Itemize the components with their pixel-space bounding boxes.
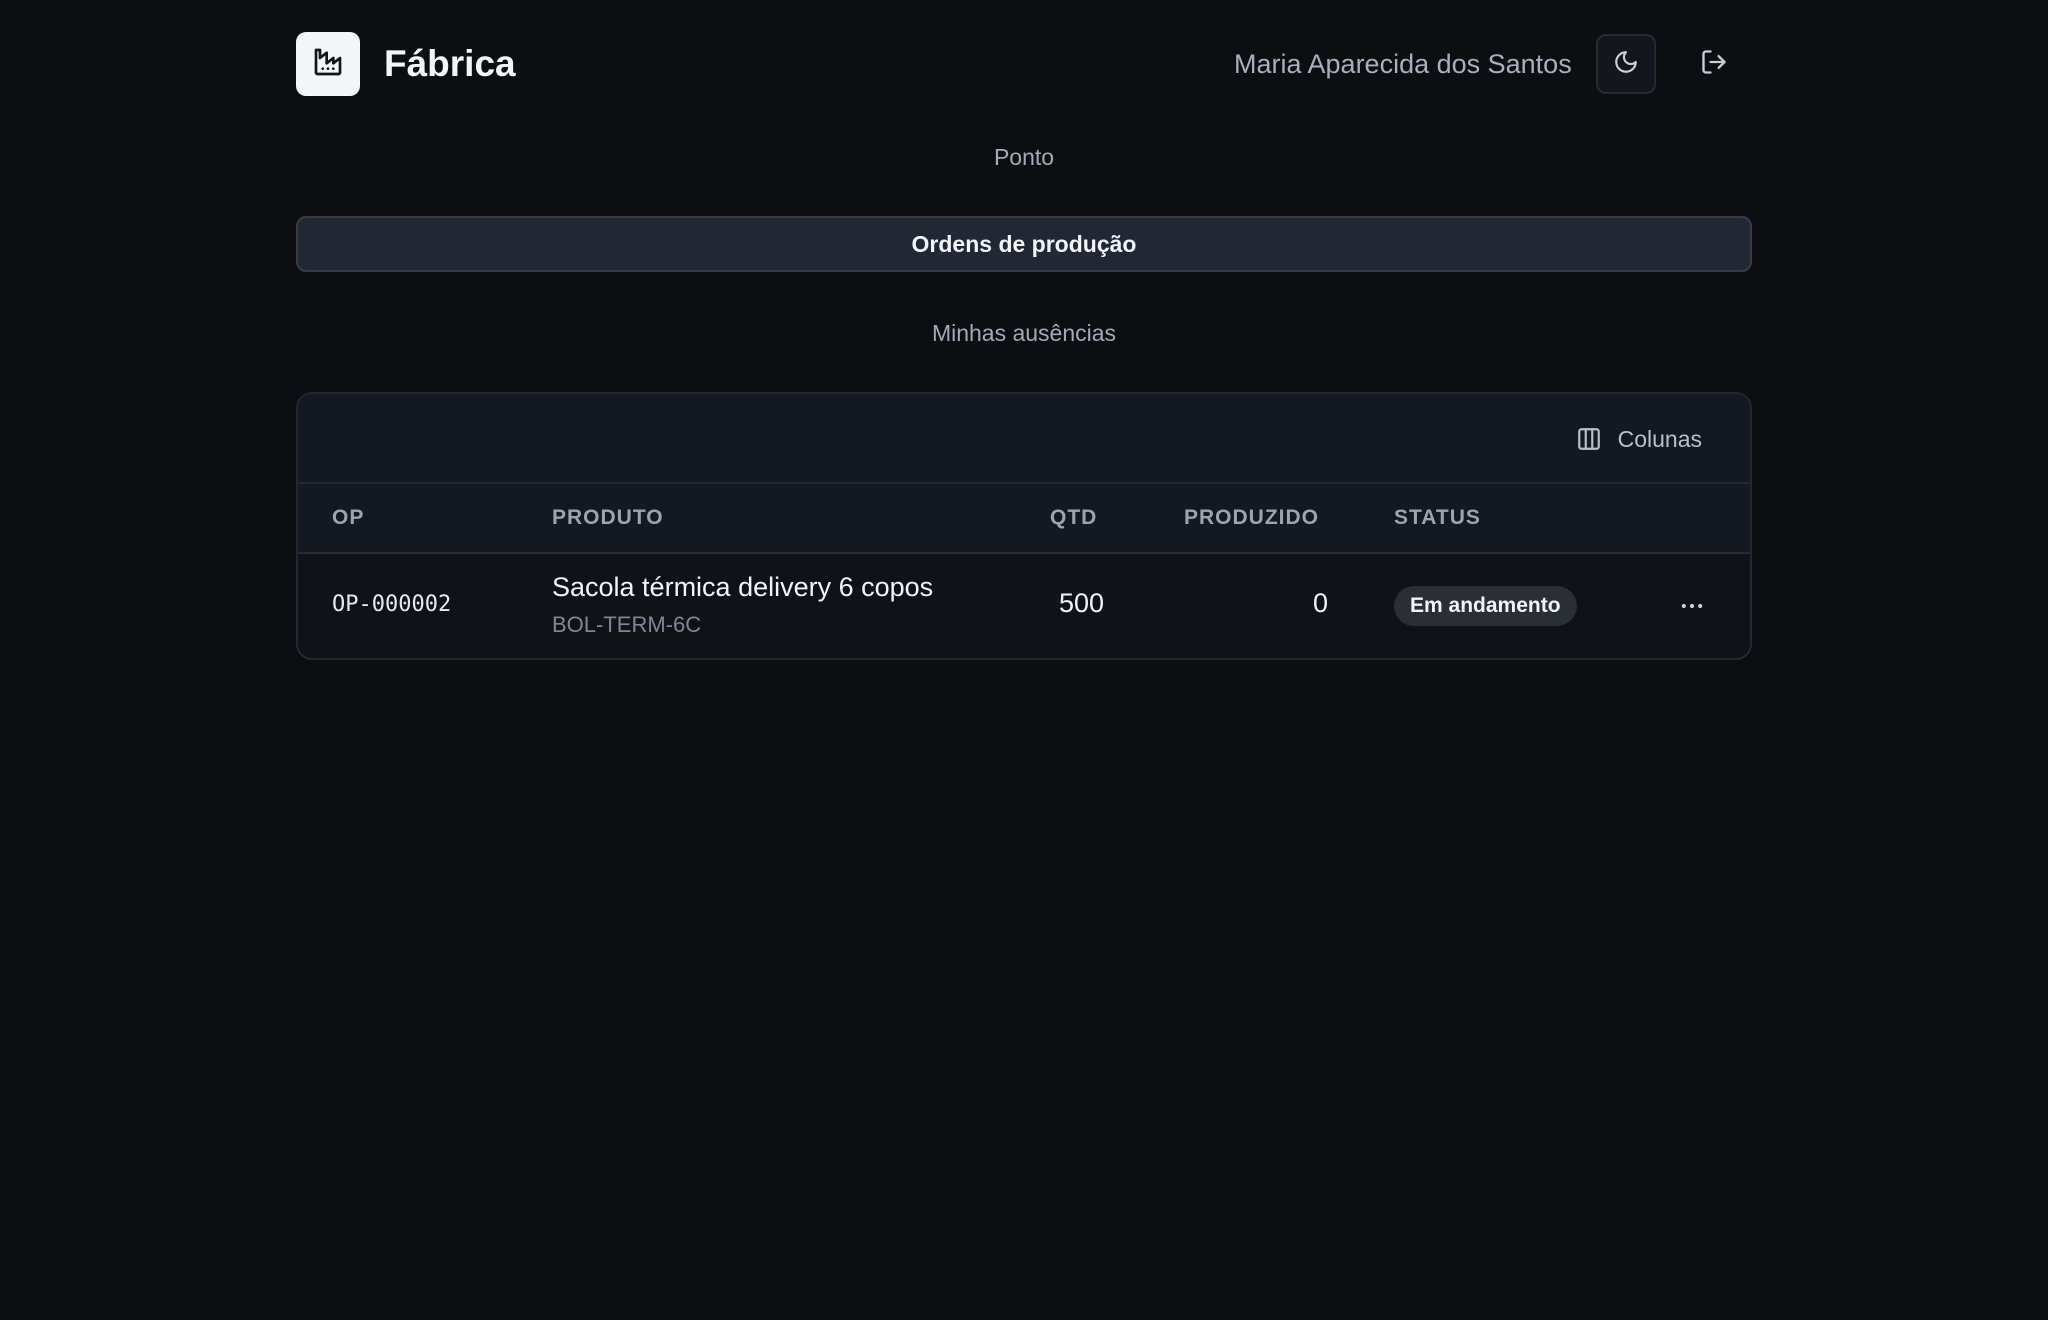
factory-icon — [312, 46, 344, 83]
columns-icon — [1576, 426, 1602, 452]
quantity: 500 — [1058, 588, 1104, 618]
logout-icon — [1700, 48, 1728, 81]
nav-item-minhas-ausencias[interactable]: Minhas ausências — [296, 316, 1752, 350]
logout-button[interactable] — [1688, 38, 1740, 90]
production-orders-table: Colunas OP PRODUTO QTD PRODUZIDO STATUS … — [296, 392, 1752, 660]
theme-toggle-button[interactable] — [1596, 34, 1656, 94]
op-code: OP-000002 — [332, 592, 452, 617]
logo — [296, 32, 360, 96]
more-horizontal-icon — [1678, 592, 1706, 625]
row-actions-button[interactable] — [1672, 588, 1712, 628]
column-header-produzido[interactable]: PRODUZIDO — [1184, 484, 1319, 552]
column-header-qtd[interactable]: QTD — [1050, 484, 1097, 552]
nav-item-ponto[interactable]: Ponto — [296, 140, 1752, 174]
columns-button-label: Colunas — [1617, 425, 1702, 452]
column-header-produto[interactable]: PRODUTO — [552, 484, 664, 552]
table-row[interactable]: OP-000002 Sacola térmica delivery 6 copo… — [298, 554, 1750, 658]
app-root: Fábrica Maria Aparecida dos Santos Ponto… — [0, 0, 2048, 1320]
header: Fábrica Maria Aparecida dos Santos — [296, 32, 1752, 96]
user-name: Maria Aparecida dos Santos — [1234, 49, 1572, 79]
product-sku: BOL-TERM-6C — [552, 612, 702, 637]
nav-item-ordens-de-producao[interactable]: Ordens de produção — [296, 216, 1752, 272]
table-header: OP PRODUTO QTD PRODUZIDO STATUS — [298, 484, 1750, 554]
product-name: Sacola térmica delivery 6 copos — [552, 572, 934, 602]
column-header-status[interactable]: STATUS — [1394, 484, 1481, 552]
produced-quantity: 0 — [1312, 588, 1328, 618]
columns-button[interactable]: Colunas — [1576, 422, 1702, 456]
column-header-op[interactable]: OP — [332, 484, 364, 552]
moon-icon — [1613, 49, 1639, 80]
table-toolbar: Colunas — [298, 394, 1750, 484]
app-title: Fábrica — [384, 43, 516, 84]
status-badge: Em andamento — [1394, 586, 1577, 626]
